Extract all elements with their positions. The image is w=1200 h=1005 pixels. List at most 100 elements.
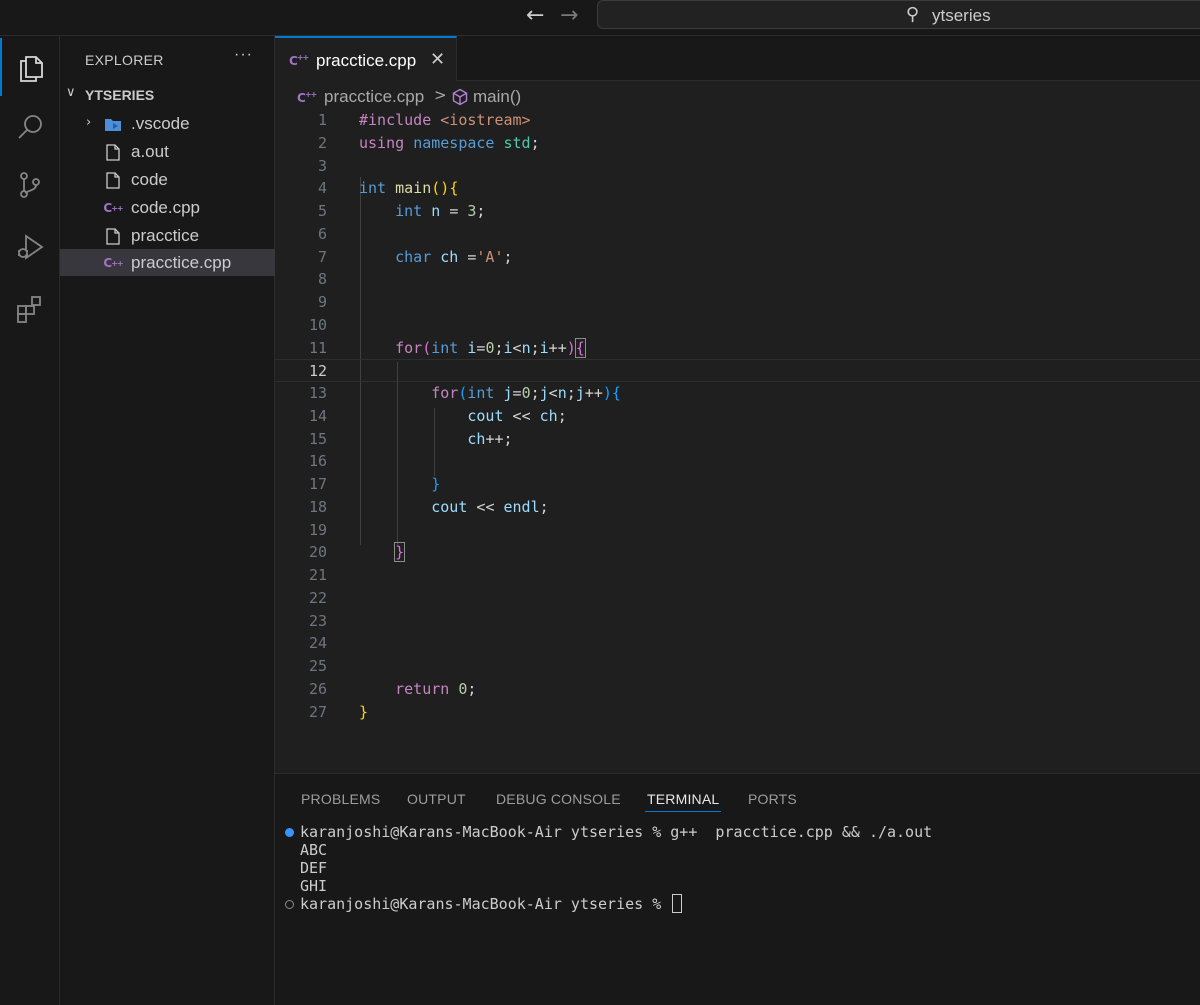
terminal-line: DEF bbox=[300, 859, 328, 877]
code-text: return 0; bbox=[395, 679, 477, 698]
code-line[interactable]: 19 bbox=[275, 519, 1200, 542]
code-line[interactable]: 18 cout << endl; bbox=[275, 496, 1200, 519]
code-line[interactable]: 25 bbox=[275, 655, 1200, 678]
close-icon[interactable]: ✕ bbox=[430, 49, 445, 70]
tree-item-code[interactable]: code bbox=[60, 166, 275, 193]
line-number: 23 bbox=[308, 611, 327, 630]
tree-item-label: a.out bbox=[131, 142, 169, 161]
code-line[interactable]: 16 bbox=[275, 450, 1200, 473]
line-number: 19 bbox=[308, 520, 327, 539]
code-text: int n = 3; bbox=[395, 202, 486, 220]
code-text: ch++; bbox=[467, 429, 513, 448]
code-line[interactable]: 9 bbox=[275, 291, 1200, 314]
search-button[interactable] bbox=[0, 98, 60, 156]
tab-pracctice-cpp[interactable]: C++ pracctice.cpp ✕ bbox=[275, 36, 457, 81]
line-number: 10 bbox=[308, 315, 327, 334]
tree-item-label: code.cpp bbox=[131, 198, 200, 217]
folder-header[interactable]: ∨ YTSERIES bbox=[60, 83, 275, 107]
code-text: } bbox=[431, 475, 441, 493]
command-center-label: ytseries bbox=[932, 6, 991, 25]
tree-item-label: .vscode bbox=[131, 114, 190, 133]
line-number: 17 bbox=[308, 475, 327, 493]
tab-debug-console[interactable]: DEBUG CONSOLE bbox=[496, 791, 621, 807]
activity-bar bbox=[0, 36, 60, 1005]
breadcrumb-symbol[interactable]: main() bbox=[473, 87, 521, 107]
code-line[interactable]: 10 bbox=[275, 314, 1200, 337]
vscode-folder-icon bbox=[104, 115, 122, 133]
code-text: } bbox=[359, 702, 369, 721]
command-center-search[interactable]: ⚲ ytseries bbox=[597, 0, 1200, 29]
code-line[interactable]: 11 for(int i=0;i<n;i++){ bbox=[275, 337, 1200, 360]
code-line[interactable]: 14 cout << ch; bbox=[275, 405, 1200, 428]
breadcrumb-file[interactable]: pracctice.cpp bbox=[324, 87, 424, 107]
code-text: } bbox=[394, 542, 406, 563]
forward-arrow-icon[interactable]: → bbox=[560, 5, 578, 27]
code-line[interactable]: 17 } bbox=[275, 473, 1200, 496]
tree-item-label: pracctice bbox=[131, 226, 200, 245]
more-actions-icon[interactable]: ··· bbox=[234, 46, 253, 64]
tab-output[interactable]: OUTPUT bbox=[407, 791, 466, 807]
editor-tabs: C++ pracctice.cpp ✕ bbox=[275, 36, 1200, 81]
line-number: 2 bbox=[317, 133, 327, 152]
line-number: 20 bbox=[308, 543, 327, 562]
code-line[interactable]: 1 #include <iostream> bbox=[275, 109, 1200, 132]
code-line[interactable]: 21 bbox=[275, 564, 1200, 587]
breadcrumb: C++ pracctice.cpp > main() bbox=[275, 84, 1200, 108]
back-arrow-icon[interactable]: ← bbox=[526, 5, 544, 27]
code-line[interactable]: 26 return 0; bbox=[275, 678, 1200, 701]
code-line[interactable]: 3 bbox=[275, 155, 1200, 178]
cpp-file-icon: C++ bbox=[297, 90, 317, 105]
code-line[interactable]: 8 bbox=[275, 268, 1200, 291]
search-icon: ⚲ bbox=[906, 4, 920, 25]
tab-terminal[interactable]: TERMINAL bbox=[644, 791, 722, 812]
title-bar: ← → ⚲ ytseries bbox=[0, 0, 1200, 36]
source-control-icon bbox=[20, 172, 40, 198]
tab-problems[interactable]: PROBLEMS bbox=[301, 791, 380, 807]
code-line[interactable]: 24 bbox=[275, 632, 1200, 655]
code-line[interactable]: 22 bbox=[275, 587, 1200, 610]
code-line[interactable]: 27} bbox=[275, 701, 1200, 724]
line-number: 14 bbox=[308, 406, 327, 425]
code-line[interactable]: 20 } bbox=[275, 541, 1200, 564]
terminal-line: GHI bbox=[300, 877, 328, 895]
extensions-icon bbox=[17, 296, 41, 323]
tab-ports[interactable]: PORTS bbox=[748, 791, 797, 807]
cpp-file-icon: C++ bbox=[289, 53, 309, 68]
line-number: 24 bbox=[308, 634, 327, 653]
run-debug-button[interactable] bbox=[0, 218, 60, 276]
explorer-button[interactable] bbox=[0, 38, 60, 96]
line-number: 22 bbox=[308, 588, 327, 607]
line-number: 12 bbox=[308, 362, 327, 381]
explorer-sidebar: EXPLORER ··· ∨ YTSERIES › .vscode a.out … bbox=[60, 36, 275, 1005]
code-line[interactable]: 12 bbox=[275, 359, 1200, 383]
terminal-prompt-line: karanjoshi@Karans-MacBook-Air ytseries % bbox=[300, 894, 683, 913]
code-line[interactable]: 5 int n = 3; bbox=[275, 200, 1200, 223]
line-number: 27 bbox=[308, 702, 327, 721]
tree-item-code-cpp[interactable]: C ++ code.cpp bbox=[60, 194, 275, 221]
code-line[interactable]: 23 bbox=[275, 610, 1200, 633]
source-control-button[interactable] bbox=[0, 156, 60, 214]
tab-label: pracctice.cpp bbox=[316, 51, 417, 70]
tree-item-pracctice[interactable]: pracctice bbox=[60, 222, 275, 249]
bottom-panel: PROBLEMS OUTPUT DEBUG CONSOLE TERMINAL P… bbox=[275, 773, 1200, 1005]
tree-item-a-out[interactable]: a.out bbox=[60, 138, 275, 165]
code-line[interactable]: 4 int main(){ bbox=[275, 177, 1200, 200]
code-line[interactable]: 2 using namespace std; bbox=[275, 132, 1200, 155]
extensions-button[interactable] bbox=[0, 280, 60, 338]
code-line[interactable]: 15 ch++; bbox=[275, 428, 1200, 451]
code-line[interactable]: 13 for(int j=0;j<n;j++){ bbox=[275, 382, 1200, 405]
code-text: using namespace std; bbox=[359, 133, 540, 152]
code-editor[interactable]: 1 #include <iostream> 2 using namespace std… bbox=[275, 108, 1200, 773]
code-line[interactable]: 6 bbox=[275, 223, 1200, 246]
line-number: 25 bbox=[308, 657, 327, 675]
chevron-down-icon: ∨ bbox=[66, 85, 76, 100]
terminal-line: karanjoshi@Karans-MacBook-Air ytseries %… bbox=[300, 823, 933, 841]
files-icon bbox=[20, 56, 43, 82]
line-number: 9 bbox=[317, 293, 327, 311]
line-number: 5 bbox=[317, 202, 327, 220]
tree-item-pracctice-cpp[interactable]: C ++ pracctice.cpp bbox=[60, 249, 275, 276]
tree-item-vscode[interactable]: › .vscode bbox=[60, 110, 275, 137]
code-line[interactable]: 7 char ch ='A'; bbox=[275, 246, 1200, 269]
sidebar-title: EXPLORER bbox=[85, 52, 164, 68]
command-success-dot bbox=[285, 828, 294, 837]
